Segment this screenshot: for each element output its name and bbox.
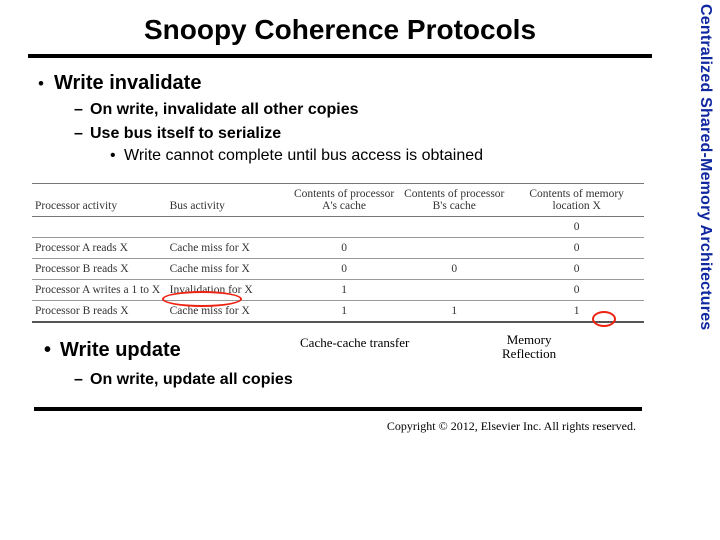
bullet-text: Write invalidate	[54, 72, 201, 94]
cell: 0	[289, 238, 399, 259]
cell: Processor B reads X	[32, 301, 167, 323]
cell: Cache miss for X	[167, 238, 289, 259]
cell: 1	[509, 301, 644, 323]
bullet-write-update: •Write update	[44, 339, 181, 362]
cell	[289, 217, 399, 238]
cell: Processor B reads X	[32, 259, 167, 280]
subbullet-text: On write, invalidate all other copies	[90, 101, 359, 118]
cell: Cache miss for X	[167, 259, 289, 280]
cell: 1	[289, 301, 399, 323]
content-area: •Write invalidate –On write, invalidate …	[24, 72, 656, 434]
cell: Processor A writes a 1 to X	[32, 280, 167, 301]
dash-icon: –	[74, 101, 90, 119]
bottom-divider	[34, 407, 642, 411]
th-bus-activity: Bus activity	[167, 184, 289, 217]
bullet-dot-icon: •	[44, 339, 60, 362]
cell: 0	[509, 217, 644, 238]
coherence-table: Processor activity Bus activity Contents…	[32, 183, 644, 323]
th-processor-activity: Processor activity	[32, 184, 167, 217]
cell	[399, 217, 509, 238]
cell: Invalidation for X	[167, 280, 289, 301]
annotation-row: •Write update Cache-cache transfer Memor…	[30, 329, 646, 369]
annotation-memory-reflection: Memory Reflection	[502, 333, 556, 360]
subbullet-update-copies: –On write, update all copies	[74, 371, 646, 389]
cell	[32, 217, 167, 238]
cell: Cache miss for X	[167, 301, 289, 323]
cell: 0	[509, 280, 644, 301]
cell: 1	[289, 280, 399, 301]
bullet-write-invalidate: •Write invalidate	[38, 72, 646, 95]
table-row: Processor B reads X Cache miss for X 0 0…	[32, 259, 644, 280]
cell: 1	[399, 301, 509, 323]
subbullet-text: On write, update all copies	[90, 371, 293, 388]
th-cache-a: Contents of processor A's cache	[289, 184, 399, 217]
table-row: Processor A writes a 1 to X Invalidation…	[32, 280, 644, 301]
table-row: Processor B reads X Cache miss for X 1 1…	[32, 301, 644, 323]
cell	[399, 238, 509, 259]
annotation-cache-transfer: Cache-cache transfer	[300, 335, 409, 351]
coherence-table-wrap: Processor activity Bus activity Contents…	[32, 183, 644, 323]
side-chapter-label: Centralized Shared-Memory Architectures	[696, 4, 714, 330]
slide-title: Snoopy Coherence Protocols	[24, 10, 656, 54]
cell: 0	[509, 238, 644, 259]
subbullet-text: Use bus itself to serialize	[90, 125, 281, 142]
cell	[167, 217, 289, 238]
bullet-text: Write update	[60, 339, 181, 361]
slide: Snoopy Coherence Protocols •Write invali…	[24, 10, 656, 530]
dash-icon: –	[74, 125, 90, 143]
cell: 0	[509, 259, 644, 280]
subsubbullet-bus-access: •Write cannot complete until bus access …	[110, 147, 646, 165]
subbullet-invalidate-copies: –On write, invalidate all other copies	[74, 101, 646, 119]
bullet-dot-icon: •	[110, 147, 124, 165]
title-divider	[28, 54, 652, 58]
subbullet-bus-serialize: –Use bus itself to serialize	[74, 125, 646, 143]
cell: 0	[399, 259, 509, 280]
table-row: 0	[32, 217, 644, 238]
cell: Processor A reads X	[32, 238, 167, 259]
cell: 0	[289, 259, 399, 280]
table-header-row: Processor activity Bus activity Contents…	[32, 184, 644, 217]
th-cache-b: Contents of processor B's cache	[399, 184, 509, 217]
subsubbullet-text: Write cannot complete until bus access i…	[124, 147, 483, 164]
cell	[399, 280, 509, 301]
bullet-dot-icon: •	[38, 74, 54, 94]
table-row: Processor A reads X Cache miss for X 0 0	[32, 238, 644, 259]
annotation-line: Reflection	[502, 346, 556, 361]
dash-icon: –	[74, 371, 90, 389]
th-mem-x: Contents of memory location X	[509, 184, 644, 217]
copyright-text: Copyright © 2012, Elsevier Inc. All righ…	[30, 419, 636, 434]
